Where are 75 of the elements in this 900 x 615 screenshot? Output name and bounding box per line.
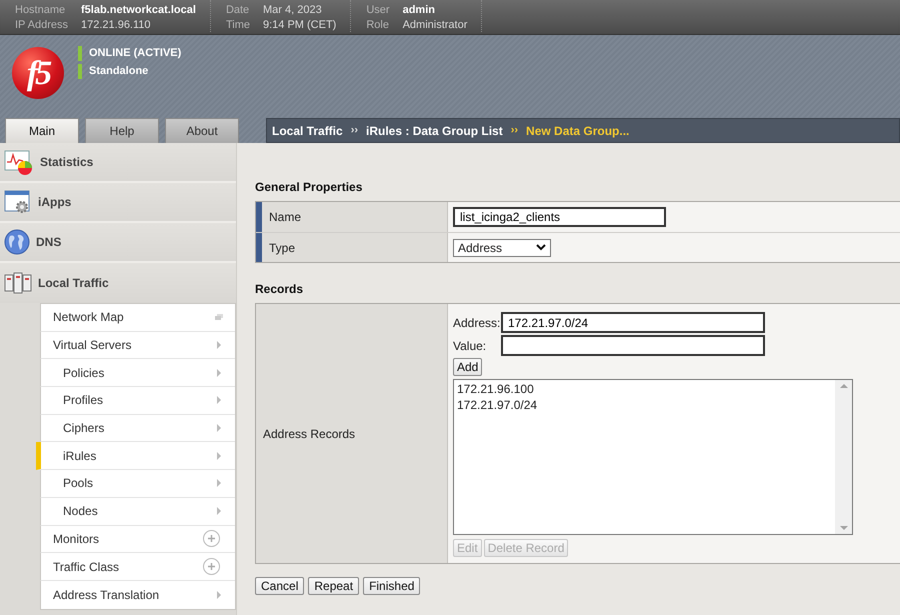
field-label: Hostname (15, 3, 66, 17)
gear-window-icon (4, 188, 32, 216)
sidebar-section[interactable]: Statistics (40, 153, 94, 171)
scrollbar[interactable] (835, 380, 852, 534)
section-heading: Records (255, 281, 304, 298)
select-field[interactable]: Address (453, 238, 551, 256)
arrow-icon (217, 341, 221, 350)
list-box[interactable]: 172.21.96.100 172.21.97.0/24 (453, 379, 853, 535)
breadcrumb-separator: ›› (350, 123, 358, 138)
scroll-down-icon[interactable] (840, 526, 848, 530)
breadcrumb-item[interactable]: Local Traffic (272, 122, 343, 140)
property-label: Address Records (256, 304, 448, 563)
menu-item[interactable]: Traffic Class (40, 553, 235, 581)
caret-icon (536, 244, 546, 251)
field-value: f5lab.networkcat.local (81, 3, 196, 17)
field-value: Administrator (402, 18, 468, 32)
text-field[interactable]: 172.21.97.0/24 (501, 312, 765, 333)
chart-icon (4, 148, 34, 176)
list-option[interactable]: 172.21.96.100 (457, 381, 832, 397)
menu-item[interactable]: Address Translation (40, 580, 235, 609)
sidebar-section[interactable]: iApps (38, 193, 72, 211)
field-value: Mar 4, 2023 (262, 3, 323, 17)
servers-icon (4, 271, 32, 295)
status-indicator: ONLINE (ACTIVE) (78, 46, 182, 61)
arrow-icon (217, 368, 221, 377)
sidebar-section[interactable]: DNS (36, 233, 62, 251)
breadcrumb-separator: ›› (510, 123, 518, 138)
add-button[interactable]: Add (453, 358, 482, 376)
field-label: IP Address (15, 18, 68, 32)
globe-icon (4, 229, 30, 255)
field-value: 9:14 PM (CET) (262, 18, 336, 32)
arrow-icon (217, 452, 221, 460)
status-indicator: Standalone (78, 64, 182, 79)
section-heading: General Properties (255, 179, 364, 196)
form-button[interactable]: Repeat (308, 577, 360, 595)
arrow-icon (217, 479, 221, 488)
tab[interactable]: About (165, 118, 239, 143)
tab[interactable]: Main (5, 118, 79, 143)
tab[interactable]: Help (85, 118, 159, 143)
logo: f5 (12, 47, 64, 99)
arrow-icon (217, 507, 221, 516)
menu-item[interactable]: iRules (36, 442, 235, 470)
plus-icon (203, 530, 220, 548)
plus-icon (203, 558, 220, 576)
menu-item[interactable]: Profiles (40, 387, 235, 415)
breadcrumb-item[interactable]: iRules : Data Group List (366, 122, 503, 140)
field-label: Time (226, 18, 250, 32)
property-label: Name (256, 202, 448, 232)
property-label: Type (256, 233, 448, 262)
field-label: User (366, 3, 390, 17)
field-value: 172.21.96.110 (81, 18, 152, 32)
field-label: Address: (453, 314, 501, 332)
menu-item[interactable]: Network Map (40, 304, 235, 332)
sidebar-section[interactable]: Local Traffic (38, 274, 109, 292)
window-icon (215, 314, 223, 320)
menu-item[interactable]: Pools (40, 470, 235, 498)
breadcrumb-item: New Data Group... (526, 122, 630, 140)
text-field[interactable] (501, 335, 765, 356)
text-field[interactable]: list_icinga2_clients (453, 207, 666, 227)
form-button[interactable]: Cancel (255, 577, 304, 595)
menu-item[interactable]: Virtual Servers (40, 332, 235, 360)
scroll-up-icon[interactable] (840, 384, 848, 388)
field-value: admin (402, 3, 436, 17)
menu-item[interactable]: Nodes (40, 498, 235, 526)
arrow-icon (217, 590, 221, 599)
arrow-icon (217, 396, 221, 404)
form-button[interactable]: Finished (363, 577, 420, 595)
menu-item[interactable]: Policies (40, 359, 235, 388)
list-option[interactable]: 172.21.97.0/24 (457, 397, 832, 413)
field-label: Value: (453, 338, 488, 354)
menu-item[interactable]: Ciphers (40, 414, 235, 442)
field-label: Date (226, 3, 250, 17)
arrow-icon (217, 424, 221, 432)
menu-item[interactable]: Monitors (40, 526, 235, 554)
field-label: Role (366, 18, 390, 32)
